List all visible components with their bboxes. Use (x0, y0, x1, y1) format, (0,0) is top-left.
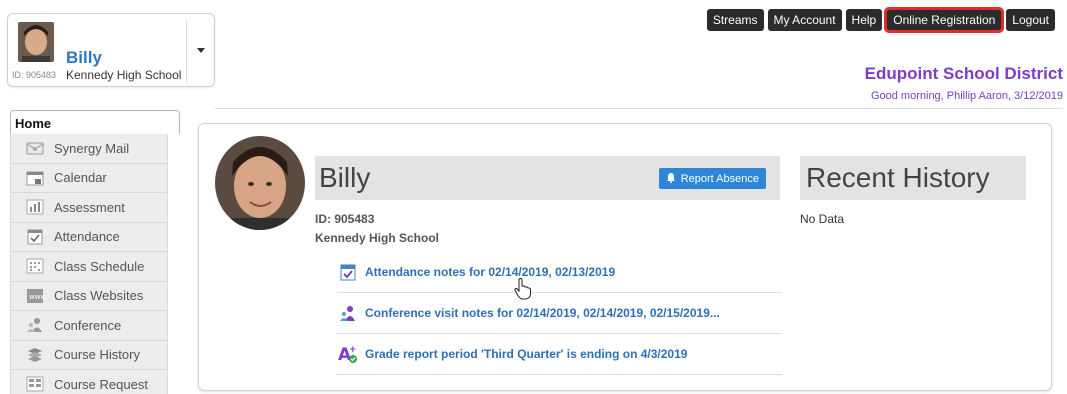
grade-icon: A + (337, 343, 359, 365)
svg-text:www: www (29, 293, 44, 301)
top-nav: Streams My Account Help Online Registrat… (706, 7, 1055, 33)
report-absence-button[interactable]: Report Absence (658, 168, 766, 189)
history-icon (25, 346, 45, 364)
online-registration-button[interactable]: Online Registration (884, 7, 1005, 33)
student-photo (215, 136, 305, 230)
sidebar-item-attendance[interactable]: Attendance (10, 222, 168, 252)
list-item[interactable]: Attendance notes for 02/14/2019, 02/13/2… (337, 252, 782, 293)
chevron-down-icon[interactable] (194, 44, 208, 56)
help-button[interactable]: Help (845, 9, 883, 31)
recent-history-header: Recent History (800, 156, 1026, 200)
schedule-icon (25, 257, 45, 275)
sidebar-item-synergy-mail[interactable]: Synergy Mail (10, 134, 168, 164)
grade-report-link[interactable]: Grade report period 'Third Quarter' is e… (365, 347, 687, 361)
sidebar-item-calendar[interactable]: Calendar (10, 163, 168, 193)
greeting: Good morning, Phillip Aaron, 3/12/2019 (870, 90, 1063, 102)
hand-cursor-icon (513, 277, 533, 303)
sidebar-item-assessment[interactable]: Assessment (10, 193, 168, 223)
sidebar-item-label: Conference (54, 317, 122, 333)
conference-notes-link[interactable]: Conference visit notes for 02/14/2019, 0… (365, 306, 720, 320)
student-header: Billy Report Absence (315, 156, 780, 200)
sidebar-item-label: Calendar (54, 170, 107, 186)
my-account-button[interactable]: My Account (767, 9, 842, 31)
student-name: Billy (66, 48, 102, 67)
report-absence-label: Report Absence (680, 172, 759, 185)
sidebar-item-label: Class Websites (54, 288, 144, 304)
logout-button[interactable]: Logout (1006, 9, 1055, 31)
district-name: Edupoint School District (864, 64, 1063, 83)
sidebar-item-label: Synergy Mail (54, 140, 130, 156)
attendance-icon (25, 228, 45, 246)
website-icon: www (25, 287, 45, 305)
sidebar-item-course-request[interactable]: Course Request (10, 370, 168, 394)
recent-history-empty: No Data (800, 212, 845, 226)
streams-button[interactable]: Streams (706, 9, 764, 31)
sidebar-item-conference[interactable]: Conference (10, 311, 168, 341)
request-icon (25, 375, 45, 393)
attendance-icon (337, 261, 359, 283)
student-selector[interactable]: Billy ID: 905483 Kennedy High School (7, 13, 215, 87)
student-school-line: Kennedy High School (315, 231, 440, 245)
notification-list: Attendance notes for 02/14/2019, 02/13/2… (337, 252, 782, 375)
sidebar-item-label: Class Schedule (54, 258, 145, 274)
divider (215, 108, 1063, 109)
divider (186, 20, 187, 82)
sidebar: Home Synergy Mail Calendar Assessment At… (10, 110, 180, 394)
sidebar-item-label: Course History (54, 347, 140, 363)
conference-icon (337, 302, 359, 324)
student-id: ID: 905483 (12, 70, 57, 80)
sidebar-item-class-websites[interactable]: www Class Websites (10, 281, 168, 311)
chart-icon (25, 198, 45, 216)
list-item[interactable]: A + Grade report period 'Third Quarter' i… (337, 334, 782, 375)
sidebar-item-label: Attendance (54, 229, 120, 245)
sidebar-item-label: Course Request (54, 376, 148, 392)
student-name-heading: Billy (319, 162, 371, 193)
home-panel: Billy Report Absence ID: 905483 Kennedy … (198, 123, 1052, 391)
attendance-notes-link[interactable]: Attendance notes for 02/14/2019, 02/13/2… (365, 265, 615, 279)
bell-icon (666, 172, 676, 186)
list-item[interactable]: Conference visit notes for 02/14/2019, 0… (337, 293, 782, 334)
sidebar-item-class-schedule[interactable]: Class Schedule (10, 252, 168, 282)
calendar-icon (25, 169, 45, 187)
recent-history-title: Recent History (806, 162, 990, 193)
mail-icon (25, 139, 45, 157)
sidebar-item-label: Assessment (54, 199, 125, 215)
student-thumbnail (18, 22, 54, 62)
student-id-line: ID: 905483 (315, 212, 375, 226)
svg-text:+: + (349, 345, 357, 355)
conference-icon (25, 316, 45, 334)
sidebar-item-home[interactable]: Home (10, 110, 180, 134)
sidebar-item-course-history[interactable]: Course History (10, 340, 168, 370)
student-school: Kennedy High School (66, 68, 182, 82)
